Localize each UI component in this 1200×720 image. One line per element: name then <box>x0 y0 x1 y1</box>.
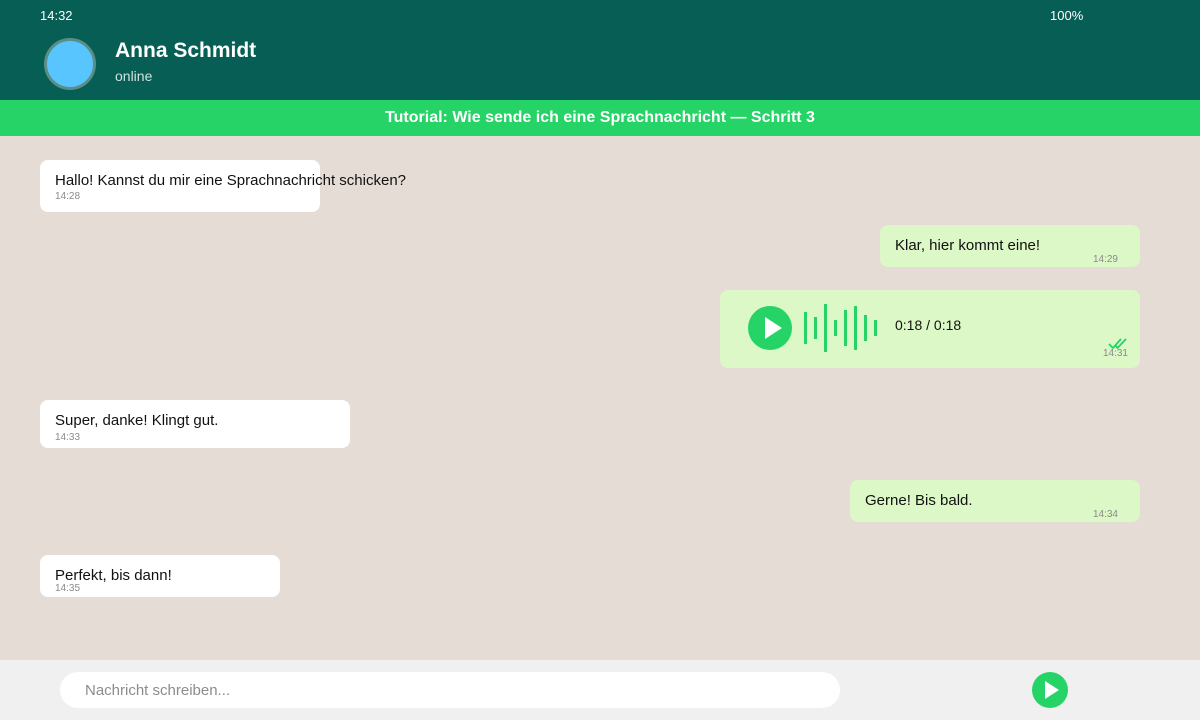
send-icon <box>1045 681 1059 699</box>
message-time: 14:28 <box>55 191 81 202</box>
message-time: 14:33 <box>55 432 81 443</box>
message-incoming[interactable]: Perfekt, bis dann! 14:35 <box>40 555 280 597</box>
message-time: 14:34 <box>1092 509 1118 520</box>
chat-header: 14:32 100% Anna Schmidt online <box>0 0 1200 100</box>
message-time: 14:35 <box>55 583 81 594</box>
waveform-bar <box>824 304 827 352</box>
waveform-bar <box>854 306 857 350</box>
waveform-bar <box>864 315 867 341</box>
message-text: Klar, hier kommt eine! <box>895 237 1041 254</box>
message-input[interactable] <box>60 672 840 708</box>
message-time: 14:29 <box>1092 254 1118 265</box>
message-incoming[interactable]: Super, danke! Klingt gut. 14:33 <box>40 400 350 448</box>
message-text: Hallo! Kannst du mir eine Sprachnachrich… <box>55 172 407 189</box>
message-outgoing[interactable]: Gerne! Bis bald. 14:34 <box>850 480 1140 522</box>
send-button[interactable] <box>1032 672 1068 708</box>
voice-message[interactable]: 0:18 / 0:18 14:31 <box>720 290 1140 368</box>
status-time: 14:32 <box>40 8 73 23</box>
message-outgoing[interactable]: Klar, hier kommt eine! 14:29 <box>880 225 1140 267</box>
voice-waveform[interactable] <box>804 304 884 352</box>
message-incoming[interactable]: Hallo! Kannst du mir eine Sprachnachrich… <box>40 160 406 212</box>
message-text: Gerne! Bis bald. <box>865 492 973 509</box>
chat-area[interactable]: Hallo! Kannst du mir eine Sprachnachrich… <box>0 136 1200 660</box>
waveform-bar <box>874 320 877 336</box>
message-text: Perfekt, bis dann! <box>55 567 172 584</box>
input-bar <box>0 660 1200 720</box>
waveform-bar <box>844 310 847 346</box>
message-text: Super, danke! Klingt gut. <box>55 412 219 429</box>
chat-app: 14:32 100% Anna Schmidt online Tutorial:… <box>0 0 1200 720</box>
play-button[interactable] <box>748 306 792 350</box>
double-check-icon <box>1108 338 1127 350</box>
waveform-bar <box>814 317 817 339</box>
play-icon <box>765 317 782 339</box>
waveform-bar <box>834 320 837 336</box>
contact-status: online <box>115 68 153 84</box>
avatar[interactable] <box>44 38 96 90</box>
battery-level: 100% <box>1050 8 1084 23</box>
voice-duration: 0:18 / 0:18 <box>895 317 962 333</box>
contact-name[interactable]: Anna Schmidt <box>115 39 256 63</box>
tutorial-banner: Tutorial: Wie sende ich eine Sprachnachr… <box>0 100 1200 136</box>
waveform-bar <box>804 312 807 344</box>
